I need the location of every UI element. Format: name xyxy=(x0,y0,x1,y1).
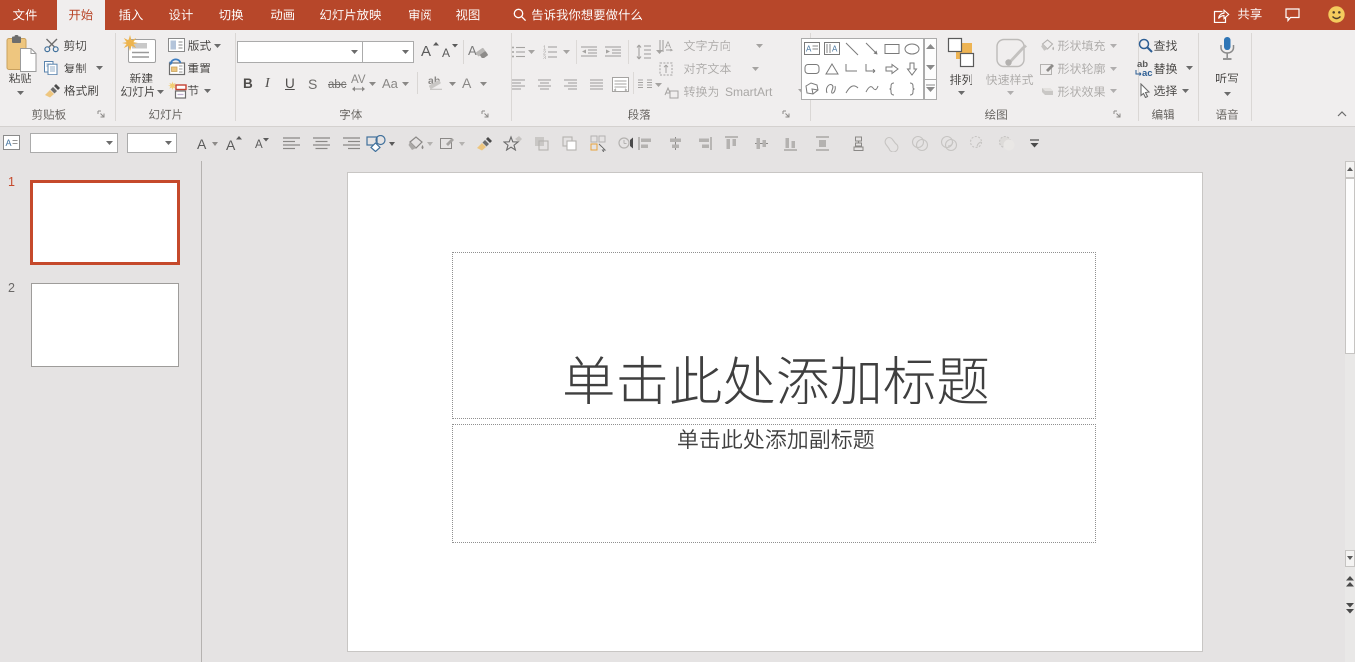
svg-text:A: A xyxy=(832,45,838,54)
svg-text:A: A xyxy=(806,45,812,54)
svg-text:A: A xyxy=(6,138,12,148)
svg-text:A: A xyxy=(665,40,671,50)
svg-text:3: 3 xyxy=(543,56,546,60)
